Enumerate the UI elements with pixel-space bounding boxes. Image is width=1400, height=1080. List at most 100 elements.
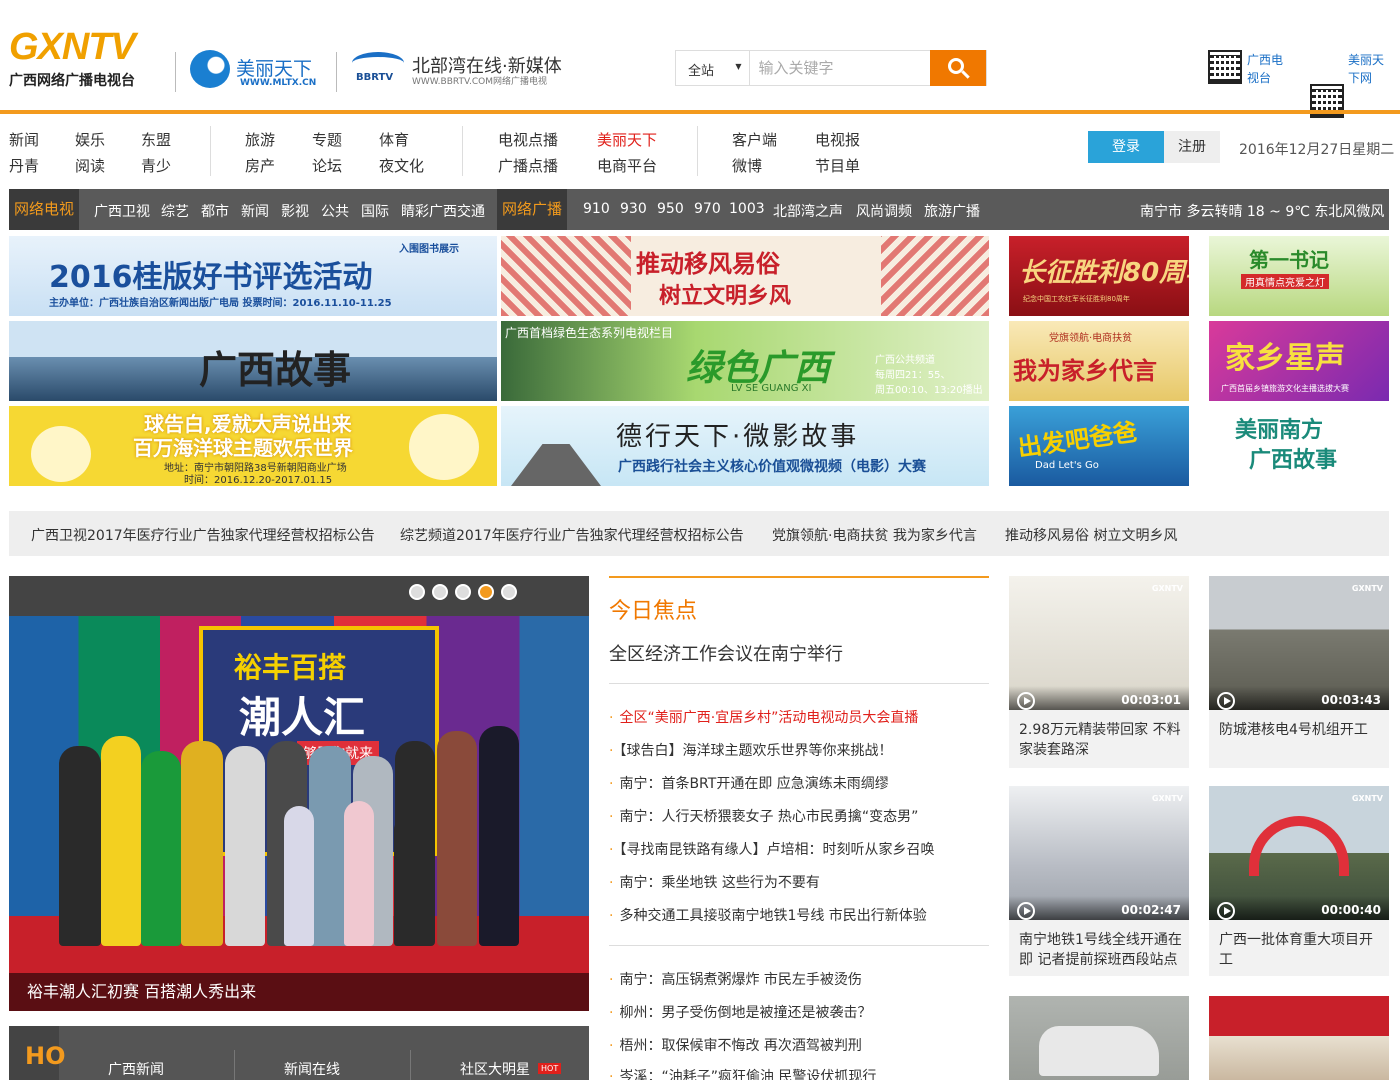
radio-item[interactable]: 950 <box>657 201 684 217</box>
nav-item[interactable]: 电视点播 <box>498 129 558 150</box>
nav-item[interactable]: 阅读 <box>75 155 105 176</box>
nav-item[interactable]: 广播点播 <box>498 155 558 176</box>
ticker-link[interactable]: 推动移风易俗 树立文明乡风 <box>1005 525 1177 545</box>
nav-divider <box>210 126 211 176</box>
nav-item[interactable]: 节目单 <box>815 155 860 176</box>
nav-item[interactable]: 论坛 <box>312 155 342 176</box>
nav-item[interactable]: 房产 <box>245 155 275 176</box>
news-link[interactable]: · 南宁：人行天桥猥亵女子 热心市民勇擒“变态男” <box>609 806 918 826</box>
banner-ball-world[interactable]: 球告白,爱就大声说出来 百万海洋球主题欢乐世界 地址：南宁市朝阳路38号新朝阳商… <box>9 406 497 486</box>
tab-network-radio[interactable]: 网络广播 <box>497 189 568 230</box>
nav-item[interactable]: 旅游 <box>245 129 275 150</box>
banner-micro-film[interactable]: 德行天下·微影故事 广西践行社会主义核心价值观微视频（电影）大赛 <box>501 406 989 486</box>
gxntv-logo[interactable]: GXNTV 广西网络广播电视台 <box>9 28 159 92</box>
radio-item[interactable]: 910 <box>583 201 610 217</box>
channel-item[interactable]: 国际 <box>361 201 389 221</box>
news-link[interactable]: · 【球告白】海洋球主题欢乐世界等你来挑战！ <box>609 740 892 760</box>
radio-item[interactable]: 930 <box>620 201 647 217</box>
video-card[interactable]: GXNTV 00:02:47 南宁地铁1号线全线开通在即 记者提前探班西段站点 <box>1009 786 1189 976</box>
gxntv-logo-word: GXNTV <box>9 26 136 68</box>
nav-item[interactable]: 微博 <box>732 155 762 176</box>
nav-item[interactable]: 丹青 <box>9 155 39 176</box>
mltx-logo[interactable]: 美丽天下 WWW.MLTX.CN <box>190 48 325 94</box>
bbrtv-logo[interactable]: BBRTV 北部湾在线·新媒体 WWW.BBRTV.COM网络广播电视 <box>350 48 580 94</box>
news-link[interactable]: · 岑溪：“油耗子”疯狂偷油 民警设伏抓现行 <box>609 1066 876 1080</box>
slide-dot[interactable] <box>455 584 471 600</box>
news-link[interactable]: · 南宁：首条BRT开通在即 应急演练未雨绸缪 <box>609 773 889 793</box>
news-link[interactable]: · 全区“美丽广西·宜居乡村”活动电视动员大会直播 <box>609 707 918 727</box>
tab-network-tv[interactable]: 网络电视 <box>9 189 80 230</box>
channel-item[interactable]: 睛彩广西交通 <box>401 201 485 221</box>
banner-civilization[interactable]: 推动移风易俗 树立文明乡风 <box>501 236 989 316</box>
banner-guangxi-story[interactable]: 广西故事 <box>9 321 497 401</box>
nav-divider <box>462 126 463 176</box>
search-input[interactable] <box>750 51 931 85</box>
channel-item[interactable]: 广西卫视 <box>94 201 150 221</box>
news-link[interactable]: · 柳州：男子受伤倒地是被撞还是被袭击？ <box>609 1002 871 1022</box>
news-link[interactable]: · 多种交通工具接驳南宁地铁1号线 市民出行新体验 <box>609 905 927 925</box>
focus-divider <box>609 576 989 578</box>
news-link[interactable]: · 南宁：乘坐地铁 这些行为不要有 <box>609 872 820 892</box>
slide-dot[interactable] <box>432 584 448 600</box>
radio-item[interactable]: 1003 <box>729 201 765 217</box>
banner-hometown-ambassador[interactable]: 党旗领航·电商扶贫 我为家乡代言 <box>1009 321 1189 401</box>
slide-dot[interactable] <box>501 584 517 600</box>
qr-label-gxtv[interactable]: 广西电视台 <box>1247 51 1289 87</box>
logo-divider <box>175 52 176 92</box>
login-button[interactable]: 登录 <box>1088 131 1164 163</box>
news-link[interactable]: · 南宁：高压锅煮粥爆炸 市民左手被烫伤 <box>609 969 862 989</box>
banner-dad-lets-go[interactable]: 出发吧爸爸 Dad Let's Go <box>1009 406 1189 486</box>
ticker-link[interactable]: 综艺频道2017年医疗行业广告独家代理经营权招标公告 <box>400 525 744 545</box>
channel-item[interactable]: 新闻 <box>241 201 269 221</box>
featured-slideshow[interactable]: 裕丰百搭 潮人汇 够胆你就来 裕丰潮人汇初赛 百搭潮人秀出来 <box>9 576 589 1011</box>
banner-long-march[interactable]: 长征胜利80周年 纪念中国工农红军长征胜利80周年 <box>1009 236 1189 316</box>
news-link[interactable]: · 梧州：取保候审不悔改 再次酒驾被判刑 <box>609 1035 862 1055</box>
banner-hometown-voice[interactable]: 家乡星声 广西首届乡镇旅游文化主播选拔大赛 <box>1209 321 1389 401</box>
video-card[interactable]: GXNTV 00:03:01 2.98万元精装带回家 不料家装套路深 <box>1009 576 1189 768</box>
slide-dot-active[interactable] <box>478 584 494 600</box>
nav-item-highlight[interactable]: 美丽天下 <box>597 129 657 150</box>
video-card[interactable] <box>1009 996 1189 1080</box>
video-card[interactable]: GXNTV 00:00:40 广西一批体育重大项目开工 <box>1209 786 1389 976</box>
banner-beautiful-south[interactable]: 美丽南方 广西故事 <box>1209 406 1389 486</box>
nav-item[interactable]: 东盟 <box>141 129 171 150</box>
video-card[interactable]: GXNTV 00:03:43 防城港核电4号机组开工 <box>1209 576 1389 768</box>
channel-item[interactable]: 影视 <box>281 201 309 221</box>
banner-book-review[interactable]: 2016桂版好书评选活动 入围图书展示 主办单位：广西壮族自治区新闻出版广电局 … <box>9 236 497 316</box>
banner-green-guangxi[interactable]: 广西首档绿色生态系列电视栏目 绿色广西 LV SE GUANG XI 广西公共频… <box>501 321 989 401</box>
search-button[interactable] <box>930 50 986 86</box>
nav-item[interactable]: 娱乐 <box>75 129 105 150</box>
slide-dot[interactable] <box>409 584 425 600</box>
ticker-link[interactable]: 党旗领航·电商扶贫 我为家乡代言 <box>772 525 977 545</box>
slide-caption[interactable]: 裕丰潮人汇初赛 百搭潮人秀出来 <box>9 973 589 1011</box>
ticker-link[interactable]: 广西卫视2017年医疗行业广告独家代理经营权招标公告 <box>31 525 375 545</box>
nav-item[interactable]: 电视报 <box>815 129 860 150</box>
search-scope-select[interactable]: 全站 ▼ <box>676 51 751 85</box>
channel-item[interactable]: 都市 <box>201 201 229 221</box>
radio-item[interactable]: 970 <box>694 201 721 217</box>
qr-label-mltx[interactable]: 美丽天下网 <box>1348 51 1390 87</box>
nav-item[interactable]: 专题 <box>312 129 342 150</box>
banner-title: 我为家乡代言 <box>1013 357 1157 385</box>
banner-first-secretary[interactable]: 第一书记 用真情点亮爱之灯 <box>1209 236 1389 316</box>
tab-guangxi-news[interactable]: 广西新闻 <box>108 1059 164 1079</box>
radio-item[interactable]: 旅游广播 <box>924 201 980 221</box>
nav-item[interactable]: 新闻 <box>9 129 39 150</box>
nav-item[interactable]: 体育 <box>379 129 409 150</box>
mltx-logo-url: WWW.MLTX.CN <box>240 78 317 88</box>
focus-headline[interactable]: 全区经济工作会议在南宁举行 <box>609 640 843 666</box>
radio-item[interactable]: 风尚调频 <box>856 201 912 221</box>
video-card[interactable] <box>1209 996 1389 1080</box>
nav-item[interactable]: 夜文化 <box>379 155 424 176</box>
channel-item[interactable]: 公共 <box>321 201 349 221</box>
channel-item[interactable]: 综艺 <box>161 201 189 221</box>
register-button[interactable]: 注册 <box>1164 131 1220 163</box>
radio-item[interactable]: 北部湾之声 <box>773 201 843 221</box>
nav-item[interactable]: 客户端 <box>732 129 777 150</box>
tab-news-online[interactable]: 新闻在线 <box>284 1059 340 1079</box>
tab-community-star[interactable]: 社区大明星 <box>460 1059 530 1079</box>
news-link[interactable]: · 【寻找南昆铁路有缘人】卢培相：时刻听从家乡召唤 <box>609 839 934 859</box>
nav-item[interactable]: 青少 <box>141 155 171 176</box>
banner-subtitle: 广西首届乡镇旅游文化主播选拔大赛 <box>1221 384 1349 393</box>
nav-item[interactable]: 电商平台 <box>597 155 657 176</box>
